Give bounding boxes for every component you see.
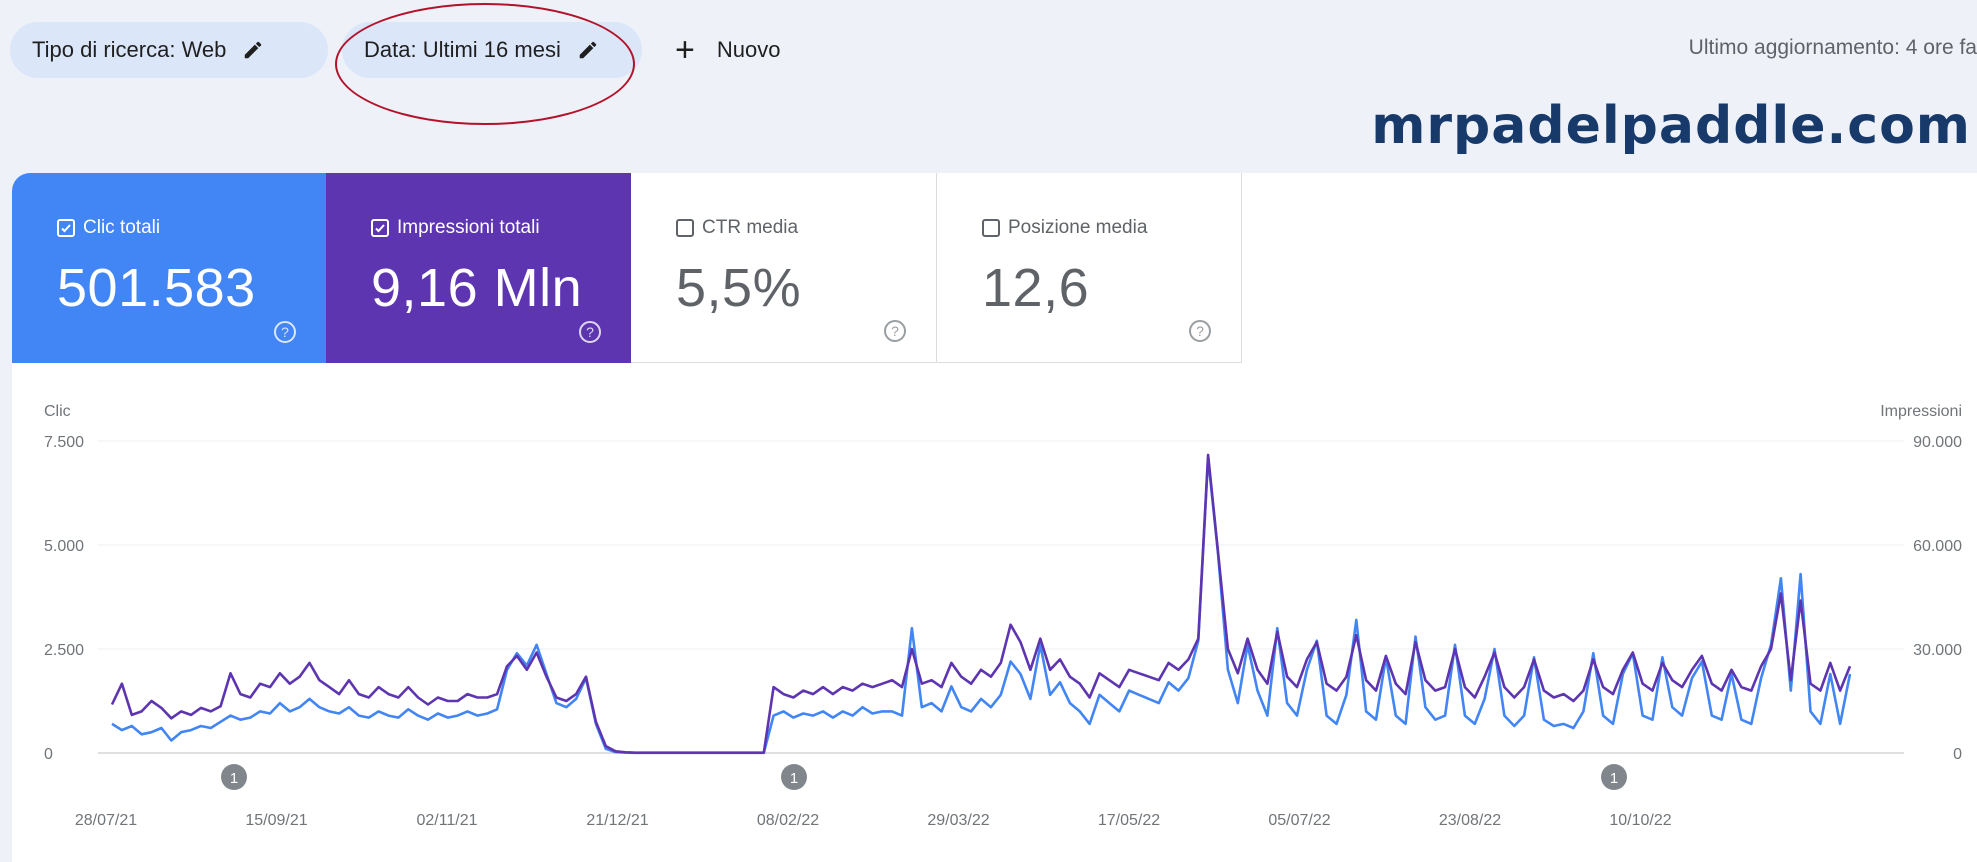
right-axis-tick-label: 90.000 [1913,434,1962,451]
right-axis-tick-label: 0 [1953,746,1962,763]
x-axis-tick-label: 23/08/22 [1439,812,1501,829]
x-axis-tick-label: 05/07/22 [1268,812,1330,829]
annotation-marker: 1 [781,764,807,790]
x-axis-tick-label: 21/12/21 [586,812,648,829]
x-axis-tick-label: 15/09/21 [245,812,307,829]
last-updated-text: Ultimo aggiornamento: 4 ore fa [1688,36,1977,59]
x-axis-tick-label: 10/10/22 [1609,812,1671,829]
annotation-marker-label: 1 [1610,770,1618,787]
watermark-logo: mrpadelpaddle.com [1371,96,1971,156]
series-line-clic [111,456,1852,755]
x-axis-tick-label: 17/05/22 [1098,812,1160,829]
plus-icon: + [675,31,695,69]
performance-card: Clic totali 501.583 ? Impressioni totali… [12,173,1977,862]
performance-chart: Clic Impressioni 7.500 90.000 5.000 60.000 2… [44,403,1962,829]
edit-pencil-icon [245,41,262,59]
left-axis-tick-label: 2.500 [44,642,84,659]
date-range-filter-chip[interactable]: Data: Ultimi 16 mesi [342,22,642,78]
annotation-marker: 1 [221,764,247,790]
left-axis-tick-label: 5.000 [44,538,84,555]
date-range-label: Data: Ultimi 16 mesi [364,37,561,62]
left-axis-title: Clic [44,403,71,420]
annotation-marker-label: 1 [790,770,798,787]
left-axis-tick-label: 7.500 [44,434,84,451]
edit-pencil-icon [579,41,597,59]
x-axis-tick-label: 02/11/21 [416,812,477,829]
right-axis-tick-label: 30.000 [1913,642,1962,659]
x-axis-tick-label: 28/07/21 [75,812,137,829]
annotation-marker-label: 1 [230,770,238,787]
right-axis-tick-label: 60.000 [1913,538,1962,555]
right-axis-title: Impressioni [1880,403,1962,420]
left-axis-tick-label: 0 [44,746,53,763]
search-type-filter-chip[interactable]: Tipo di ricerca: Web [10,22,328,78]
x-axis-tick-label: 29/03/22 [927,812,989,829]
x-axis-tick-label: 08/02/22 [757,812,819,829]
series-line-impressioni [110,453,1852,755]
add-filter-label: Nuovo [716,37,781,62]
annotation-marker: 1 [1601,764,1627,790]
add-filter-button[interactable]: + Nuovo [675,22,780,78]
search-type-label: Tipo di ricerca: Web [32,37,227,62]
